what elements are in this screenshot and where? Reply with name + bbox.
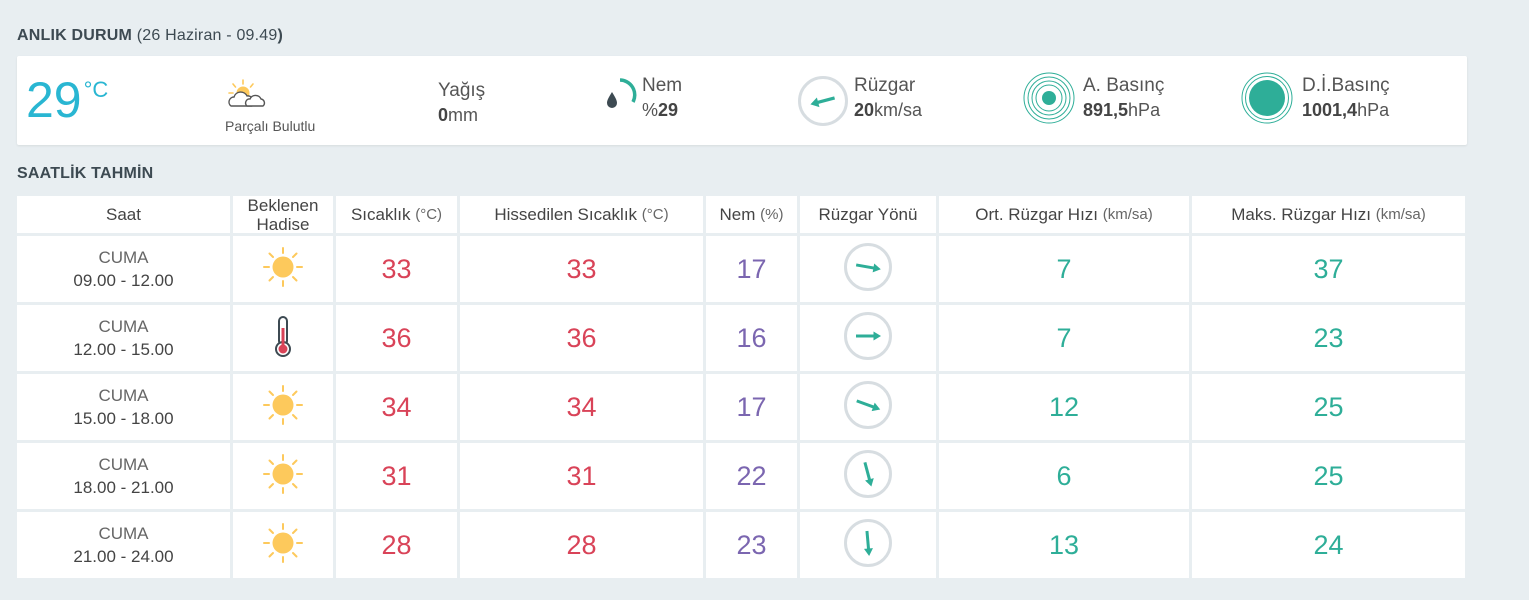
table-header: Saat Beklenen Hadise Sıcaklık (°C) Hissed… [17,196,1467,236]
temperature-cell: 28 [336,512,457,578]
time-range: 18.00 - 21.00 [73,478,174,497]
header-event: Beklenen Hadise [233,196,333,234]
wind-direction-cell [800,305,936,371]
feels-like-cell: 33 [460,236,703,302]
event-cell [233,374,333,440]
time-cell: CUMA 18.00 - 21.00 [17,443,230,509]
table-row: CUMA 21.00 - 24.00 28 28 23 13 24 [17,512,1467,581]
max-wind-cell: 23 [1192,305,1465,371]
hourly-forecast-table: Saat Beklenen Hadise Sıcaklık (°C) Hissed… [17,196,1467,581]
header-humidity: Nem (%) [706,196,797,233]
day-label: CUMA [98,455,149,474]
wind-arrow-icon [843,449,893,504]
feels-like-cell: 31 [460,443,703,509]
event-cell [233,443,333,509]
header-wind-direction: Rüzgar Yönü [800,196,936,233]
current-date: 26 Haziran - 09.49 [142,27,278,44]
time-range: 09.00 - 12.00 [73,271,174,290]
header-temperature: Sıcaklık (°C) [336,196,457,233]
time-range: 15.00 - 18.00 [73,409,174,428]
table-row: CUMA 15.00 - 18.00 34 34 17 12 25 [17,374,1467,443]
wind-arrow-icon [843,380,893,435]
max-wind-cell: 24 [1192,512,1465,578]
event-cell [233,305,333,371]
wind-direction-icon [797,75,849,132]
humidity-drop-icon [601,76,639,119]
pressure: A. Basınç 891,5hPa [1083,75,1165,120]
header-avg-wind: Ort. Rüzgar Hızı (km/sa) [939,196,1189,233]
sun-icon [262,384,304,431]
temperature-cell: 34 [336,374,457,440]
partly-cloudy-icon [225,78,269,115]
feels-like-cell: 36 [460,305,703,371]
day-label: CUMA [98,248,149,267]
avg-wind-cell: 7 [939,305,1189,371]
wind-arrow-icon [843,242,893,297]
time-range: 12.00 - 15.00 [73,340,174,359]
time-range: 21.00 - 24.00 [73,547,174,566]
humidity-cell: 17 [706,374,797,440]
wind: Rüzgar 20km/sa [854,75,923,120]
current-condition-text: Parçalı Bulutlu [225,118,316,134]
current-temperature: 29°C [26,72,109,128]
humidity-cell: 22 [706,443,797,509]
header-max-wind: Maks. Rüzgar Hızı (km/sa) [1192,196,1465,233]
sun-icon [262,453,304,500]
pressure-icon [1022,71,1076,130]
wind-direction-cell [800,512,936,578]
table-row: CUMA 09.00 - 12.00 33 33 17 7 37 [17,236,1467,305]
avg-wind-cell: 7 [939,236,1189,302]
time-cell: CUMA 15.00 - 18.00 [17,374,230,440]
current-conditions-panel: 29°C Parçalı Bulutlu Yağış 0mm Nem %29 R… [17,56,1467,145]
temperature-cell: 36 [336,305,457,371]
day-label: CUMA [98,317,149,336]
wind-direction-cell [800,443,936,509]
avg-wind-cell: 6 [939,443,1189,509]
header-time: Saat [17,196,230,233]
humidity-cell: 17 [706,236,797,302]
feels-like-cell: 34 [460,374,703,440]
humidity-cell: 23 [706,512,797,578]
current-conditions-title: ANLIK DURUM (26 Haziran - 09.49) [17,27,284,44]
max-wind-cell: 25 [1192,443,1465,509]
hourly-forecast-title: SAATLİK TAHMİN [17,165,154,182]
header-feels-like: Hissedilen Sıcaklık (°C) [460,196,703,233]
day-label: CUMA [98,524,149,543]
feels-like-cell: 28 [460,512,703,578]
table-row: CUMA 12.00 - 15.00 36 36 16 7 23 [17,305,1467,374]
avg-wind-cell: 13 [939,512,1189,578]
table-row: CUMA 18.00 - 21.00 31 31 22 6 25 [17,443,1467,512]
wind-direction-cell [800,236,936,302]
humidity: Nem %29 [642,75,683,120]
max-wind-cell: 25 [1192,374,1465,440]
wind-direction-cell [800,374,936,440]
day-label: CUMA [98,386,149,405]
humidity-cell: 16 [706,305,797,371]
sun-icon [262,522,304,569]
precipitation: Yağış 0mm [438,80,486,125]
time-cell: CUMA 21.00 - 24.00 [17,512,230,578]
time-cell: CUMA 09.00 - 12.00 [17,236,230,302]
max-wind-cell: 37 [1192,236,1465,302]
wind-arrow-icon [843,311,893,366]
temperature-cell: 31 [336,443,457,509]
event-cell [233,236,333,302]
event-cell [233,512,333,578]
thermometer-icon [271,314,295,363]
avg-wind-cell: 12 [939,374,1189,440]
time-cell: CUMA 12.00 - 15.00 [17,305,230,371]
wind-arrow-icon [843,518,893,573]
sea-pressure-icon [1240,71,1294,130]
sun-icon [262,246,304,293]
sea-level-pressure: D.İ.Basınç 1001,4hPa [1302,75,1390,120]
temperature-cell: 33 [336,236,457,302]
